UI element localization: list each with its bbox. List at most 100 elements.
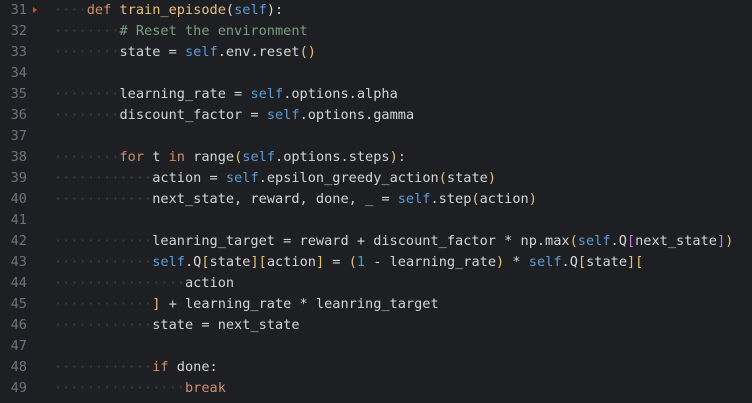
code-token: in <box>168 149 194 165</box>
code-text: ········discount_factor = self.options.g… <box>54 105 414 126</box>
code-token: .options.steps <box>275 149 390 165</box>
code-line[interactable]: 32 ········# Reset the environment <box>0 21 752 42</box>
code-token: ( <box>348 254 357 270</box>
line-number: 49 <box>10 380 27 396</box>
code-token: self <box>152 254 185 270</box>
code-token: ( <box>225 2 235 18</box>
line-number: 40 <box>10 191 27 207</box>
code-text: ············state = next_state <box>54 315 300 336</box>
code-token: ][ <box>627 254 644 270</box>
code-token: ][ <box>250 254 267 270</box>
code-token: train_episode <box>119 2 226 18</box>
code-token: .options.gamma <box>299 107 415 123</box>
code-token: next_state <box>635 233 717 249</box>
code-token: ) <box>725 233 734 249</box>
code-token: * <box>504 254 529 270</box>
code-text: ········for t in range(self.options.step… <box>54 147 406 168</box>
code-token: state <box>446 170 488 186</box>
line-number: 42 <box>10 233 27 249</box>
code-token: ): <box>266 2 284 18</box>
code-line[interactable]: 42 ············leanring_target = reward +… <box>0 231 752 252</box>
code-line[interactable]: 31 ····def train_episode(self): <box>0 0 752 21</box>
indent-whitespace: ········ <box>54 86 120 102</box>
code-token: self <box>397 191 431 207</box>
code-token: self <box>242 149 276 165</box>
code-token: ): <box>389 149 406 165</box>
code-token: self <box>184 44 218 60</box>
code-line[interactable]: 41 <box>0 210 752 231</box>
code-token: .Q <box>561 254 578 270</box>
code-token: .env.reset <box>217 44 300 60</box>
code-token: learning_rate = <box>119 86 251 102</box>
code-line[interactable]: 36 ········discount_factor = self.options… <box>0 105 752 126</box>
code-token: def <box>86 2 120 18</box>
code-token: action <box>479 191 529 207</box>
code-line[interactable]: 45 ············] + learning_rate * leanri… <box>0 294 752 315</box>
code-line[interactable]: 49 ················break <box>0 378 752 399</box>
indent-whitespace: ············ <box>54 296 153 312</box>
code-token: done: <box>176 359 218 375</box>
code-token: self <box>266 107 300 123</box>
indent-whitespace: ················ <box>54 380 185 396</box>
code-token: action <box>184 275 235 291</box>
line-number: 32 <box>10 23 27 39</box>
code-token: .Q <box>610 233 627 249</box>
code-token: action = <box>152 170 226 186</box>
code-token: [ <box>201 254 210 270</box>
code-line[interactable]: 43 ············self.Q[state][action] = (1… <box>0 252 752 273</box>
line-number: 33 <box>10 44 27 60</box>
code-line[interactable]: 46 ············state = next_state <box>0 315 752 336</box>
code-token: .options.alpha <box>283 86 398 102</box>
code-token: self <box>528 254 562 270</box>
code-token: ( <box>438 170 447 186</box>
code-token: () <box>299 44 316 60</box>
code-line[interactable]: 37 <box>0 126 752 147</box>
code-token: ( <box>471 191 480 207</box>
code-token: leanring_target = reward + discount_fact… <box>152 233 570 249</box>
indent-whitespace: ············ <box>54 170 153 186</box>
line-number: 45 <box>10 296 27 312</box>
code-token: ] <box>315 254 325 270</box>
line-number: 41 <box>10 212 27 228</box>
indent-whitespace: ············ <box>54 359 153 375</box>
line-number: 43 <box>10 254 27 270</box>
code-token: self <box>225 170 259 186</box>
code-token: discount_factor = <box>119 107 267 123</box>
indent-whitespace: ········ <box>54 149 120 165</box>
code-text: ············leanring_target = reward + d… <box>54 231 733 252</box>
line-number: 36 <box>10 107 27 123</box>
code-line[interactable]: 39 ············action = self.epsilon_gree… <box>0 168 752 189</box>
code-line[interactable]: 38 ········for t in range(self.options.st… <box>0 147 752 168</box>
code-token: - learning_rate <box>365 254 497 270</box>
code-token: ( <box>569 233 578 249</box>
line-number: 34 <box>10 65 27 81</box>
indent-whitespace: ············ <box>54 191 153 207</box>
line-number: 35 <box>10 86 27 102</box>
code-line[interactable]: 33 ········state = self.env.reset() <box>0 42 752 63</box>
code-line[interactable]: 48 ············if done: <box>0 357 752 378</box>
code-line[interactable]: 47 <box>0 336 752 357</box>
indent-whitespace: ············ <box>54 317 153 333</box>
code-token: ) <box>487 170 496 186</box>
code-token: .epsilon_greedy_action <box>258 170 439 186</box>
indent-whitespace: ········ <box>54 44 120 60</box>
code-editor[interactable]: 31 ····def train_episode(self): 32 ········… <box>0 0 752 403</box>
code-line[interactable]: 34 <box>0 63 752 84</box>
code-text: ················break <box>54 378 226 399</box>
code-token: ) <box>528 191 537 207</box>
code-token: + learning_rate * leanring_target <box>160 296 439 312</box>
code-token: 1 <box>356 254 366 270</box>
code-text: ········# Reset the environment <box>54 21 308 42</box>
code-token: if <box>152 359 177 375</box>
code-line[interactable]: 35 ········learning_rate = self.options.a… <box>0 84 752 105</box>
change-marker-icon <box>33 7 37 13</box>
indent-whitespace: ········ <box>54 23 120 39</box>
code-token: state = <box>119 44 185 60</box>
code-token: [ <box>577 254 587 270</box>
code-token: t <box>152 149 169 165</box>
code-token: [ <box>626 233 636 249</box>
code-line[interactable]: 40 ············next_state, reward, done, … <box>0 189 752 210</box>
code-line[interactable]: 44 ················action <box>0 273 752 294</box>
code-comment: # Reset the environment <box>119 23 308 39</box>
line-number: 44 <box>10 275 27 291</box>
